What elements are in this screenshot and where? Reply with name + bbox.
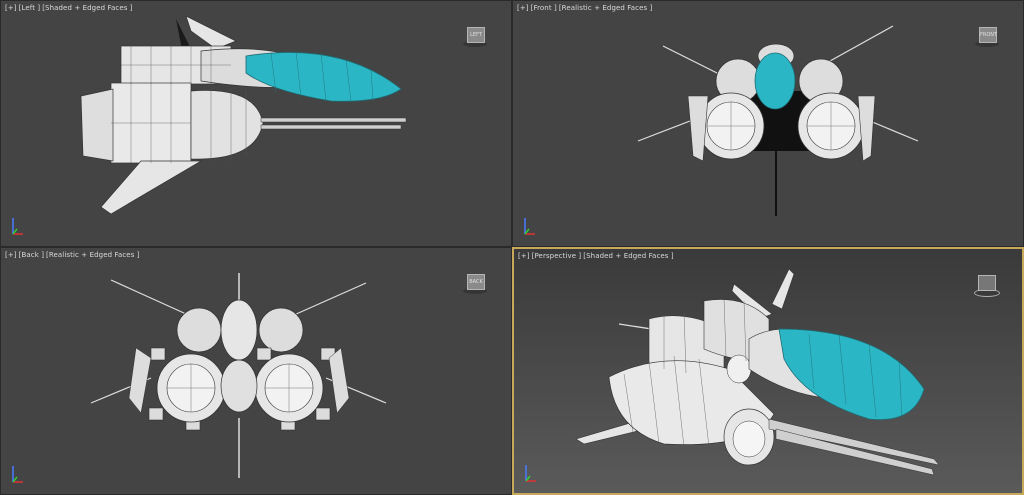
viewport-front[interactable]: [+] [Front ] [Realistic + Edged Faces ] FR…	[512, 0, 1024, 247]
spaceship-model-front[interactable]	[513, 1, 1024, 247]
spaceship-model-back[interactable]	[1, 248, 512, 495]
spaceship-model-left[interactable]	[1, 1, 512, 247]
viewport-left[interactable]: [+] [Left ] [Shaded + Edged Faces ] LEFT	[0, 0, 512, 247]
viewport-back[interactable]: [+] [Back ] [Realistic + Edged Faces ] BAC…	[0, 247, 512, 495]
spaceship-model-perspective[interactable]	[514, 249, 1024, 495]
viewport-grid: [+][Left ][Shaded + Edged Faces ] LEFT	[0, 0, 1024, 495]
viewport-perspective[interactable]: [+] [Perspective ] [Shaded + Edged Faces ]	[512, 247, 1024, 495]
